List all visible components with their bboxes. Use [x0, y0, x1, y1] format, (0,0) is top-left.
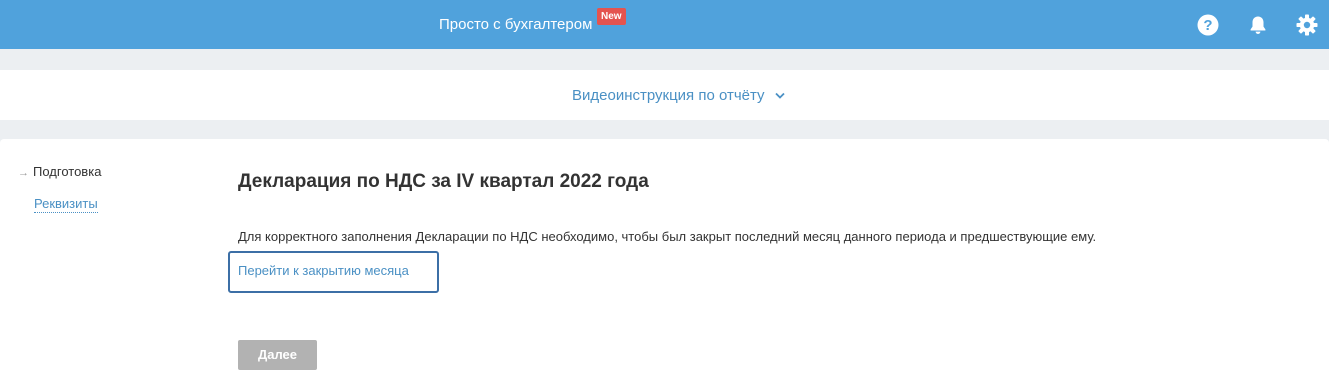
bell-icon[interactable] [1246, 13, 1270, 37]
video-instruction-link[interactable]: Видеоинструкция по отчёту [572, 86, 765, 106]
app-title[interactable]: Просто с бухгалтером [439, 15, 592, 35]
close-month-link[interactable]: Перейти к закрытию месяца [228, 251, 439, 293]
question-icon[interactable]: ? [1196, 13, 1220, 37]
step-current: → Подготовка [18, 164, 101, 181]
arrow-right-icon: → [18, 167, 29, 179]
report-card: → Подготовка Реквизиты Декларация по НДС … [0, 139, 1329, 386]
step-current-label: Подготовка [33, 164, 102, 179]
page-title: Декларация по НДС за IV квартал 2022 год… [238, 171, 649, 192]
chevron-down-icon[interactable] [775, 92, 785, 100]
info-text: Для корректного заполнения Декларации по… [238, 229, 1097, 244]
svg-text:?: ? [1203, 17, 1212, 34]
next-button[interactable]: Далее [238, 340, 317, 370]
close-month-link-label[interactable]: Перейти к закрытию месяца [238, 263, 409, 279]
top-bar: Просто с бухгалтером New ? [0, 0, 1329, 49]
new-badge: New [597, 8, 626, 25]
step-requisites-link[interactable]: Реквизиты [34, 196, 98, 213]
gear-icon[interactable] [1295, 13, 1319, 37]
video-instruction-bar: Видеоинструкция по отчёту [0, 70, 1329, 120]
